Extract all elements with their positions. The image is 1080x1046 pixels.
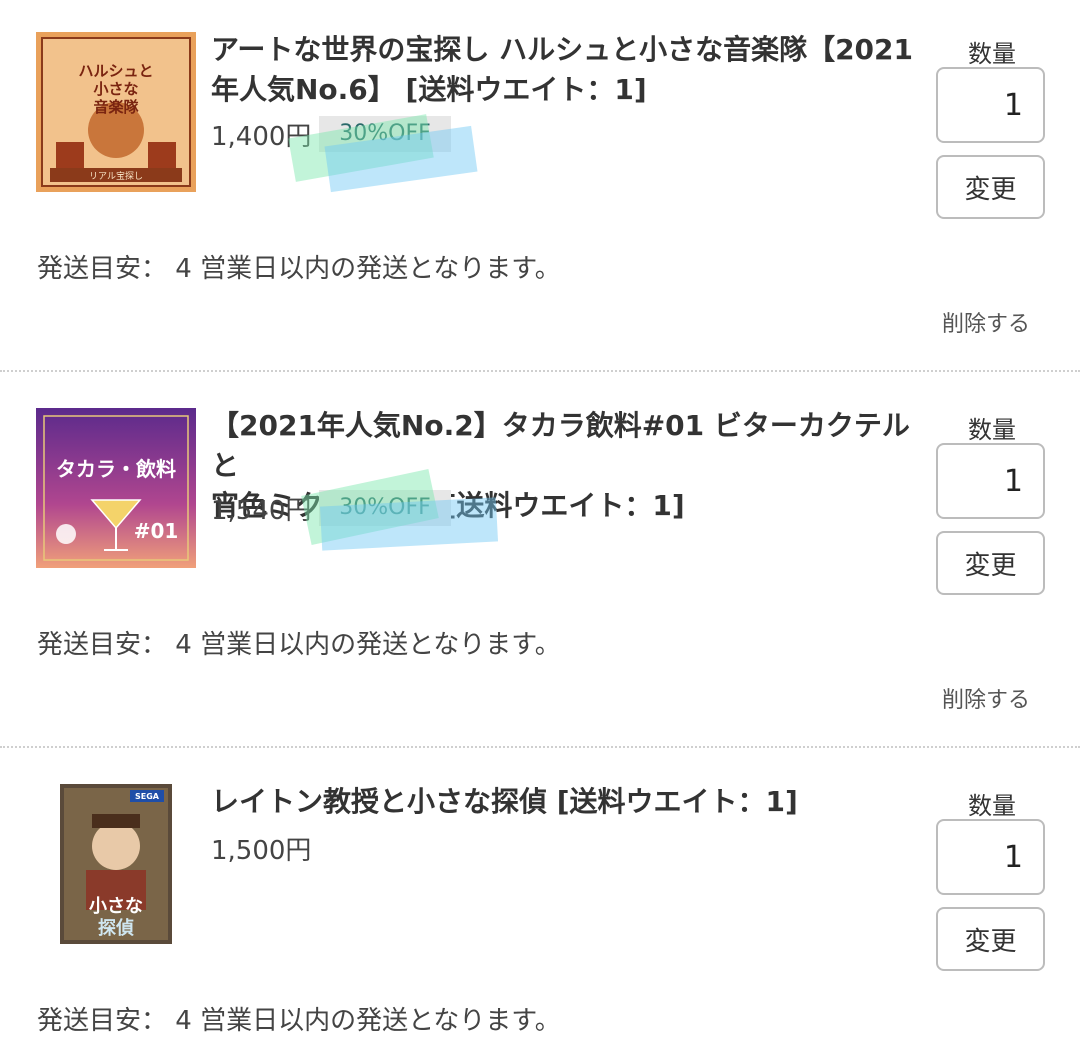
product-title-line1: アートな世界の宝探し ハルシュと小さな音楽隊【2021 <box>211 33 914 66</box>
thumb-title-3: 音楽隊 <box>93 98 139 116</box>
quantity-input[interactable] <box>936 67 1045 143</box>
product-title[interactable]: アートな世界の宝探し ハルシュと小さな音楽隊【2021 年人気No.6】 [送料… <box>211 30 923 110</box>
thumb-title-2: #01 <box>134 519 179 543</box>
thumb-title-2: 小さな <box>93 80 138 98</box>
product-title-line1: 【2021年人気No.2】タカラ飲料#01 ビターカクテルと <box>211 409 910 482</box>
delete-link[interactable]: 削除する <box>942 306 1030 338</box>
thumb-brand: SEGA <box>135 792 160 801</box>
change-quantity-button[interactable]: 変更 <box>936 907 1045 971</box>
item-divider <box>0 370 1080 372</box>
product-title-line1: レイトン教授と小さな探偵 [送料ウエイト：1] <box>211 785 798 818</box>
product-thumbnail[interactable]: ハルシュと 小さな 音楽隊 リアル宝探し <box>36 32 196 192</box>
product-thumbnail[interactable]: SEGA 小さな 探偵 <box>60 784 172 944</box>
thumbnail-art: ハルシュと 小さな 音楽隊 リアル宝探し <box>36 32 196 192</box>
quantity-label: 数量 <box>968 40 1016 68</box>
cart-item: ハルシュと 小さな 音楽隊 リアル宝探し アートな世界の宝探し ハルシュと小さな… <box>0 0 1080 370</box>
change-quantity-button[interactable]: 変更 <box>936 155 1045 219</box>
delete-link[interactable]: 削除する <box>942 682 1030 714</box>
cart-item: SEGA 小さな 探偵 レイトン教授と小さな探偵 [送料ウエイト：1] 1,50… <box>0 752 1080 1046</box>
cart-item: タカラ・飲料 #01 【2021年人気No.2】タカラ飲料#01 ビターカクテル… <box>0 376 1080 746</box>
thumb-publisher: リアル宝探し <box>89 170 143 182</box>
thumb-title-1: タカラ・飲料 <box>56 457 176 481</box>
shipping-estimate: 発送目安： 4 営業日以内の発送となります。 <box>37 254 561 284</box>
item-divider <box>0 746 1080 748</box>
shipping-estimate: 発送目安： 4 営業日以内の発送となります。 <box>37 630 561 660</box>
product-price: 1,500円 <box>211 836 312 866</box>
discount-area: 30%OFF <box>285 469 505 570</box>
discount-area: 30%OFF <box>285 114 505 196</box>
shipping-estimate: 発送目安： 4 営業日以内の発送となります。 <box>37 1006 561 1036</box>
quantity-label: 数量 <box>968 416 1016 444</box>
product-thumbnail[interactable]: タカラ・飲料 #01 <box>36 408 196 568</box>
quantity-label: 数量 <box>968 792 1016 820</box>
thumb-title-1: ハルシュと <box>78 62 153 80</box>
highlight-blue <box>319 497 499 551</box>
thumbnail-art: SEGA 小さな 探偵 <box>60 784 172 944</box>
product-title[interactable]: レイトン教授と小さな探偵 [送料ウエイト：1] <box>211 782 923 822</box>
change-quantity-button[interactable]: 変更 <box>936 531 1045 595</box>
quantity-input[interactable] <box>936 819 1045 895</box>
thumb-title-2: 探偵 <box>98 917 134 939</box>
thumb-title-1: 小さな <box>89 896 143 917</box>
quantity-input[interactable] <box>936 443 1045 519</box>
thumbnail-art: タカラ・飲料 #01 <box>36 408 196 568</box>
product-title-line2: 年人気No.6】 [送料ウエイト：1] <box>211 73 647 106</box>
